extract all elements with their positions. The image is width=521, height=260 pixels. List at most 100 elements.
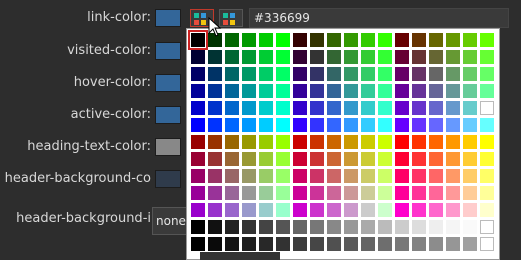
palette-color-cell[interactable] — [344, 67, 358, 81]
palette-color-cell[interactable] — [327, 203, 341, 217]
palette-color-cell[interactable] — [463, 186, 477, 200]
palette-color-cell[interactable] — [395, 33, 409, 47]
palette-color-cell[interactable] — [378, 118, 392, 132]
visited-color-swatch[interactable] — [155, 42, 181, 60]
palette-color-cell[interactable] — [259, 101, 273, 115]
palette-color-cell[interactable] — [225, 220, 239, 234]
palette-color-cell[interactable] — [395, 135, 409, 149]
palette-color-cell[interactable] — [429, 186, 443, 200]
palette-color-cell[interactable] — [378, 67, 392, 81]
palette-color-cell[interactable] — [463, 220, 477, 234]
palette-color-cell[interactable] — [463, 152, 477, 166]
palette-color-cell[interactable] — [191, 50, 205, 64]
palette-color-cell[interactable] — [480, 50, 494, 64]
palette-color-cell[interactable] — [344, 101, 358, 115]
palette-color-cell[interactable] — [259, 118, 273, 132]
palette-color-cell[interactable] — [293, 67, 307, 81]
palette-color-cell[interactable] — [378, 101, 392, 115]
palette-color-cell[interactable] — [327, 33, 341, 47]
palette-color-cell[interactable] — [310, 67, 324, 81]
palette-color-cell[interactable] — [276, 118, 290, 132]
link-color-swatch[interactable] — [155, 9, 181, 27]
palette-color-cell[interactable] — [242, 84, 256, 98]
heading-text-color-swatch[interactable] — [155, 138, 181, 156]
palette-color-cell[interactable] — [412, 237, 426, 251]
palette-color-cell[interactable] — [276, 220, 290, 234]
palette-color-cell[interactable] — [191, 135, 205, 149]
palette-color-cell[interactable] — [480, 84, 494, 98]
palette-color-cell[interactable] — [242, 67, 256, 81]
palette-color-cell[interactable] — [395, 50, 409, 64]
palette-color-cell[interactable] — [242, 237, 256, 251]
palette-color-cell[interactable] — [344, 135, 358, 149]
palette-color-cell[interactable] — [276, 50, 290, 64]
palette-color-cell[interactable] — [412, 152, 426, 166]
palette-color-cell[interactable] — [310, 33, 324, 47]
palette-color-cell[interactable] — [327, 152, 341, 166]
palette-color-cell[interactable] — [208, 84, 222, 98]
palette-color-cell[interactable] — [480, 67, 494, 81]
palette-color-cell[interactable] — [361, 135, 375, 149]
palette-color-cell[interactable] — [259, 203, 273, 217]
palette-color-cell[interactable] — [293, 118, 307, 132]
palette-color-cell[interactable] — [188, 30, 208, 50]
palette-color-cell[interactable] — [463, 33, 477, 47]
palette-color-cell[interactable] — [412, 118, 426, 132]
palette-color-cell[interactable] — [344, 118, 358, 132]
active-color-swatch[interactable] — [155, 106, 181, 124]
palette-color-cell[interactable] — [208, 169, 222, 183]
palette-color-cell[interactable] — [395, 203, 409, 217]
palette-color-cell[interactable] — [361, 152, 375, 166]
palette-color-cell[interactable] — [293, 33, 307, 47]
palette-color-cell[interactable] — [429, 203, 443, 217]
palette-color-cell[interactable] — [446, 135, 460, 149]
palette-color-cell[interactable] — [480, 203, 494, 217]
palette-color-cell[interactable] — [378, 50, 392, 64]
palette-color-cell[interactable] — [429, 101, 443, 115]
palette-color-cell[interactable] — [259, 50, 273, 64]
palette-color-cell[interactable] — [412, 84, 426, 98]
palette-color-cell[interactable] — [446, 186, 460, 200]
palette-color-cell[interactable] — [344, 186, 358, 200]
palette-color-cell[interactable] — [242, 135, 256, 149]
palette-color-cell[interactable] — [327, 220, 341, 234]
palette-color-cell[interactable] — [395, 84, 409, 98]
palette-color-cell[interactable] — [480, 101, 494, 115]
palette-color-cell[interactable] — [191, 101, 205, 115]
palette-color-cell[interactable] — [429, 33, 443, 47]
palette-color-cell[interactable] — [225, 169, 239, 183]
palette-color-cell[interactable] — [259, 84, 273, 98]
hover-color-swatch[interactable] — [155, 74, 181, 92]
palette-color-cell[interactable] — [378, 237, 392, 251]
palette-color-cell[interactable] — [361, 67, 375, 81]
palette-color-cell[interactable] — [344, 220, 358, 234]
palette-color-cell[interactable] — [293, 135, 307, 149]
palette-color-cell[interactable] — [293, 186, 307, 200]
palette-color-cell[interactable] — [480, 118, 494, 132]
palette-color-cell[interactable] — [327, 84, 341, 98]
palette-color-cell[interactable] — [361, 101, 375, 115]
palette-color-cell[interactable] — [446, 220, 460, 234]
palette-color-cell[interactable] — [310, 84, 324, 98]
palette-color-cell[interactable] — [310, 169, 324, 183]
palette-color-cell[interactable] — [276, 84, 290, 98]
palette-color-cell[interactable] — [395, 169, 409, 183]
palette-color-cell[interactable] — [344, 152, 358, 166]
palette-color-cell[interactable] — [191, 203, 205, 217]
header-background-color-swatch[interactable] — [155, 170, 181, 188]
palette-color-cell[interactable] — [429, 67, 443, 81]
palette-color-cell[interactable] — [361, 220, 375, 234]
palette-color-cell[interactable] — [429, 220, 443, 234]
palette-color-cell[interactable] — [208, 186, 222, 200]
palette-color-cell[interactable] — [242, 101, 256, 115]
palette-color-cell[interactable] — [361, 237, 375, 251]
palette-color-cell[interactable] — [191, 118, 205, 132]
palette-color-cell[interactable] — [446, 33, 460, 47]
palette-color-cell[interactable] — [395, 186, 409, 200]
palette-color-cell[interactable] — [276, 237, 290, 251]
palette-color-cell[interactable] — [344, 203, 358, 217]
palette-color-cell[interactable] — [361, 33, 375, 47]
palette-color-cell[interactable] — [259, 67, 273, 81]
palette-color-cell[interactable] — [293, 50, 307, 64]
palette-color-cell[interactable] — [429, 50, 443, 64]
